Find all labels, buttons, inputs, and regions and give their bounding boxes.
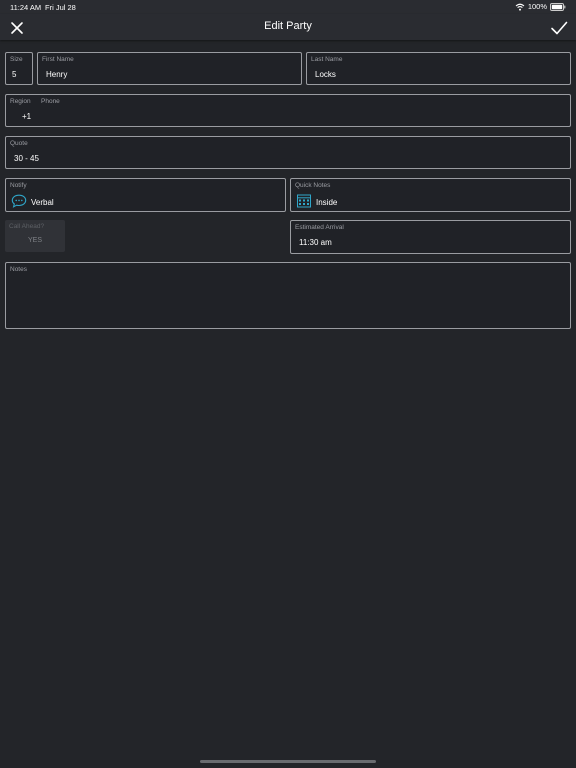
notes-label: Notes [10,266,27,273]
status-date: Fri Jul 28 [45,3,76,12]
region-selector[interactable]: Region +1 [6,95,40,126]
last-name-value: Locks [315,70,336,79]
battery-percent: 100% [527,2,547,11]
page-title: Edit Party [264,20,312,32]
first-name-value: Henry [46,70,68,79]
navigation-bar: Edit Party [0,14,576,40]
region-value: +1 [22,112,32,121]
call-ahead-toggle[interactable]: Call Ahead? YES [5,220,65,252]
notify-label: Notify [10,182,27,189]
status-indicators: 100% [515,2,566,11]
phone-field[interactable]: Region +1 Phone [5,94,571,127]
call-ahead-label: Call Ahead? [9,223,45,230]
quote-label: Quote [10,140,28,147]
estimated-arrival-value: 11:30 am [299,238,332,247]
region-label: Region [10,98,31,105]
quick-notes-field[interactable]: Quick Notes Inside [290,178,571,212]
first-name-label: First Name [42,56,74,63]
notify-value: Verbal [31,198,54,207]
quick-notes-value: Inside [316,198,338,207]
last-name-label: Last Name [311,56,343,63]
estimated-arrival-label: Estimated Arrival [295,224,344,231]
size-label: Size [10,56,23,63]
phone-label: Phone [41,98,60,105]
battery-icon [550,2,566,11]
notes-field[interactable]: Notes [5,262,571,329]
home-indicator[interactable] [200,760,376,763]
notify-field[interactable]: Notify Verbal [5,178,286,212]
status-time: 11:24 AM [10,3,42,12]
last-name-field[interactable]: Last Name Locks [306,52,571,85]
status-bar: 11:24 AM Fri Jul 28 100% [0,0,576,14]
size-value: 5 [12,70,17,79]
checkmark-icon [551,21,568,35]
save-button[interactable] [549,18,569,38]
estimated-arrival-field[interactable]: Estimated Arrival 11:30 am [290,220,571,254]
building-icon [297,194,311,208]
call-ahead-value: YES [27,237,42,244]
quote-value: 30 - 45 [14,154,39,163]
quote-field[interactable]: Quote 30 - 45 [5,136,571,169]
size-field[interactable]: Size 5 [5,52,33,85]
speech-bubble-icon [11,194,27,208]
first-name-field[interactable]: First Name Henry [37,52,302,85]
quick-notes-label: Quick Notes [295,182,331,189]
wifi-icon [515,3,525,11]
